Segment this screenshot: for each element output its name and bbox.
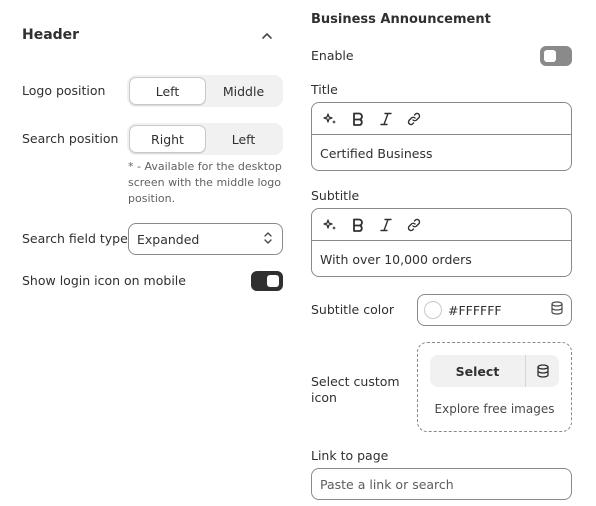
italic-icon[interactable] — [376, 215, 396, 235]
select-image-button[interactable]: Select — [430, 355, 526, 387]
title-editor-content[interactable]: Certified Business — [312, 135, 571, 170]
search-field-type-label: Search field type — [22, 231, 128, 246]
subtitle-editor: With over 10,000 orders — [311, 208, 572, 277]
show-login-icon-toggle[interactable] — [251, 271, 283, 291]
search-position-right-option[interactable]: Right — [129, 125, 206, 153]
bold-icon[interactable] — [348, 215, 368, 235]
enable-toggle[interactable] — [540, 46, 572, 66]
enable-label: Enable — [311, 48, 354, 63]
search-position-segmented: Right Left — [127, 123, 283, 155]
link-to-page-label: Link to page — [311, 448, 389, 463]
show-login-icon-label: Show login icon on mobile — [22, 273, 186, 288]
database-icon[interactable] — [549, 300, 565, 320]
search-field-type-select[interactable]: Expanded — [128, 223, 283, 255]
bold-icon[interactable] — [348, 109, 368, 129]
search-position-left-option[interactable]: Left — [206, 125, 281, 153]
select-arrows-icon — [262, 230, 274, 249]
sparkle-icon[interactable] — [320, 109, 340, 129]
logo-position-middle-option[interactable]: Middle — [206, 77, 281, 105]
subtitle-color-label: Subtitle color — [311, 302, 394, 317]
subtitle-label: Subtitle — [311, 188, 360, 203]
title-label: Title — [311, 82, 338, 97]
subtitle-color-field[interactable]: #FFFFFF — [417, 294, 572, 326]
subtitle-editor-content[interactable]: With over 10,000 orders — [312, 241, 571, 276]
announcement-section-title: Business Announcement — [311, 12, 491, 27]
sparkle-icon[interactable] — [320, 215, 340, 235]
custom-icon-label: Select custom icon — [311, 374, 400, 405]
logo-position-label: Logo position — [22, 83, 106, 98]
link-to-page-input[interactable] — [311, 468, 572, 500]
custom-icon-select-button-group: Select — [430, 355, 559, 387]
chevron-up-icon[interactable] — [258, 27, 276, 45]
subtitle-color-value[interactable]: #FFFFFF — [448, 303, 549, 318]
title-editor-toolbar — [312, 103, 571, 135]
logo-position-segmented: Left Middle — [127, 75, 283, 107]
subtitle-editor-toolbar — [312, 209, 571, 241]
search-field-type-value: Expanded — [137, 231, 200, 247]
search-position-label: Search position — [22, 131, 119, 146]
database-icon[interactable] — [526, 355, 559, 387]
italic-icon[interactable] — [376, 109, 396, 129]
color-swatch[interactable] — [424, 301, 442, 319]
header-section-title: Header — [22, 27, 80, 43]
link-icon[interactable] — [404, 109, 424, 129]
logo-position-left-option[interactable]: Left — [129, 77, 206, 105]
explore-free-images-link[interactable]: Explore free images — [417, 402, 572, 416]
search-position-note: * - Available for the desktop screen wit… — [128, 160, 282, 205]
title-editor: Certified Business — [311, 102, 572, 171]
link-icon[interactable] — [404, 215, 424, 235]
